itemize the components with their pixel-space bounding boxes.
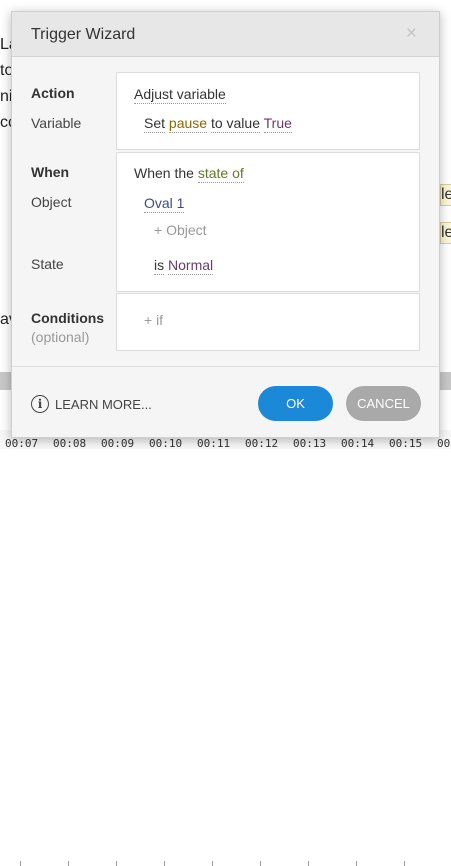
dialog-title: Trigger Wizard (31, 26, 136, 43)
action-type-dropdown[interactable]: Adjust variable (134, 86, 226, 104)
variable-label: Variable (31, 115, 82, 131)
state-label: State (31, 256, 64, 272)
tick-mark (212, 861, 213, 866)
background-side-box-2: le (440, 222, 451, 244)
is-keyword[interactable]: is (154, 257, 165, 275)
timeline-tick-label: 00:14 (341, 437, 375, 450)
timeline-tick-label: 00:15 (389, 437, 423, 450)
when-panel: When the state of Oval 1 + Object is Nor… (116, 152, 420, 292)
object-dropdown[interactable]: Oval 1 (144, 195, 185, 213)
object-label: Object (31, 194, 72, 210)
tick-mark (356, 861, 357, 866)
add-if-button[interactable]: + if (144, 312, 163, 328)
when-condition-dropdown[interactable]: state of (197, 165, 244, 183)
tick-mark (116, 861, 117, 866)
conditions-label: Conditions (31, 310, 105, 326)
dialog-titlebar[interactable]: Trigger Wizard × (12, 12, 439, 57)
tick-mark (164, 861, 165, 866)
timeline-tick-label: 00:07 (5, 437, 39, 450)
timeline-tick-label: 00:09 (101, 437, 135, 450)
conditions-panel: + if (116, 293, 420, 351)
footer-divider (12, 366, 439, 367)
variable-name-dropdown[interactable]: pause (168, 115, 208, 133)
state-dropdown[interactable]: Normal (168, 257, 214, 275)
timeline-tick-label: 00:1 (437, 437, 451, 450)
close-icon[interactable]: × (406, 24, 417, 43)
action-panel: Adjust variable Set pause to value True (116, 72, 420, 150)
tick-mark (260, 861, 261, 866)
variable-value-dropdown[interactable]: True (263, 115, 292, 133)
add-object-button[interactable]: + Object (154, 222, 207, 238)
learn-more-link[interactable]: i LEARN MORE... (31, 395, 152, 413)
tick-mark (308, 861, 309, 866)
to-value-keyword[interactable]: to value (210, 115, 260, 133)
info-icon: i (31, 395, 49, 413)
action-label: Action (31, 85, 75, 101)
trigger-wizard-dialog: Trigger Wizard × Action Variable Adjust … (11, 11, 440, 438)
when-prefix-text: When the (134, 165, 194, 181)
set-keyword[interactable]: Set (144, 115, 166, 133)
timeline-tick-label: 00:08 (53, 437, 87, 450)
timeline-tick-label: 00:12 (245, 437, 279, 450)
timeline-tick-label: 00:11 (197, 437, 231, 450)
timeline-tick-label: 00:13 (293, 437, 327, 450)
ok-button[interactable]: OK (258, 386, 333, 421)
tick-mark (20, 861, 21, 866)
tick-mark (404, 861, 405, 866)
conditions-optional-label: (optional) (31, 329, 90, 345)
cancel-button[interactable]: CANCEL (346, 386, 421, 421)
timeline-tick-label: 00:10 (149, 437, 183, 450)
when-label: When (31, 164, 70, 180)
background-side-box-1: le (440, 184, 451, 206)
learn-more-label: LEARN MORE... (55, 396, 152, 412)
tick-mark (68, 861, 69, 866)
